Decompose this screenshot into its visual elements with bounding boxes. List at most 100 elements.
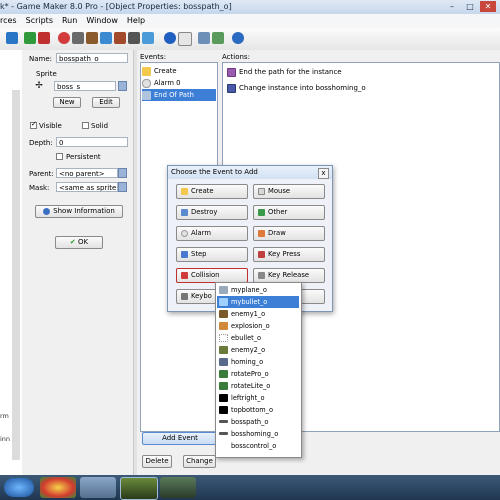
parent-field[interactable]: <no parent> (56, 168, 118, 178)
settings-icon[interactable] (198, 32, 210, 44)
game-taskbar-icon[interactable] (160, 477, 196, 498)
scrollbar[interactable] (12, 90, 20, 460)
menu-item-bosshoming[interactable]: bosshoming_o (217, 428, 299, 440)
mask-field[interactable]: <same as sprite> (56, 182, 118, 192)
run-icon[interactable] (24, 32, 36, 44)
app-taskbar-icon[interactable] (80, 477, 116, 498)
persistent-label: Persistent (66, 153, 101, 161)
chrome-taskbar-icon[interactable] (40, 477, 76, 498)
ok-button[interactable]: ✔ OK (55, 236, 103, 249)
sprite-field[interactable]: boss_s (54, 81, 116, 91)
edit-sprite-button[interactable]: Edit (92, 97, 120, 108)
action-change-instance[interactable]: Change instance into bosshoming_o (227, 82, 366, 94)
script-icon[interactable] (114, 32, 126, 44)
dialog-title: Choose the Event to Add (168, 166, 332, 179)
action-end-path[interactable]: End the path for the instance (227, 66, 342, 78)
menu-item-mybullet[interactable]: mybullet_o (217, 296, 299, 308)
change-instance-icon (227, 83, 236, 93)
persistent-checkbox[interactable] (56, 153, 63, 160)
name-field[interactable]: bosspath_o (56, 53, 128, 63)
alarm-event-button[interactable]: Alarm (176, 226, 248, 241)
menu-item-myplane[interactable]: myplane_o (217, 284, 299, 296)
menu-item-explosion[interactable]: explosion_o (217, 320, 299, 332)
maximize-button[interactable]: □ (462, 1, 478, 12)
collision-object-menu[interactable]: myplane_o mybullet_o enemy1_o explosion_… (215, 282, 302, 458)
delete-event-button[interactable]: Delete (142, 455, 172, 468)
lightbulb-icon (181, 187, 188, 195)
menu-run[interactable]: Run (62, 16, 77, 25)
solid-checkbox[interactable] (82, 122, 89, 129)
menu-item-enemy1[interactable]: enemy1_o (217, 308, 299, 320)
draw-event-button[interactable]: Draw (253, 226, 325, 241)
enemy2-icon (219, 346, 228, 354)
step-event-button[interactable]: Step (176, 247, 248, 262)
tree-text-upper: rm (0, 412, 9, 420)
name-label: Name: (29, 55, 53, 63)
key-press-event-button[interactable]: Key Press (253, 247, 325, 262)
visible-label: Visible (39, 122, 62, 130)
visible-checkbox[interactable]: ✓ (30, 120, 37, 129)
rotatelite-icon (219, 382, 228, 390)
font-icon[interactable] (128, 32, 140, 44)
plane-icon (219, 286, 228, 294)
mask-menu-icon[interactable] (118, 182, 127, 192)
menu-item-bosspath[interactable]: bosspath_o (217, 416, 299, 428)
menu-item-rotatepro[interactable]: rotatePro_o (217, 368, 299, 380)
background-icon[interactable] (86, 32, 98, 44)
splitter[interactable] (133, 50, 137, 475)
room-icon[interactable] (178, 32, 192, 46)
object-icon[interactable] (164, 32, 176, 44)
other-event-button[interactable]: Other (253, 205, 325, 220)
mouse-event-button[interactable]: Mouse (253, 184, 325, 199)
start-button[interactable] (4, 478, 34, 497)
new-sprite-button[interactable]: New (53, 97, 81, 108)
game-maker-taskbar-icon[interactable] (120, 477, 158, 500)
collision-event-button[interactable]: Collision (176, 268, 248, 283)
extensions-icon[interactable] (212, 32, 224, 44)
resource-tree[interactable]: rm inn (0, 50, 23, 475)
sprite-preview-icon: ✢ (35, 81, 43, 91)
sprite-menu-icon[interactable] (118, 81, 127, 91)
parent-menu-icon[interactable] (118, 168, 127, 178)
close-button[interactable]: ✕ (480, 1, 496, 12)
menu-help[interactable]: Help (127, 16, 145, 25)
arrow-icon[interactable] (6, 32, 18, 44)
menu-item-leftright[interactable]: leftright_o (217, 392, 299, 404)
sprite-label: Sprite (36, 70, 57, 78)
path-icon[interactable] (100, 32, 112, 44)
destroy-event-button[interactable]: Destroy (176, 205, 248, 220)
tree-text-lower: inn (0, 435, 11, 443)
menu-resources[interactable]: rces (0, 16, 17, 25)
menu-item-enemy2[interactable]: enemy2_o (217, 344, 299, 356)
event-alarm[interactable]: Alarm 0 (142, 77, 216, 89)
menu-item-ebullet[interactable]: ebullet_o (217, 332, 299, 344)
sound-icon[interactable] (72, 32, 84, 44)
lightbulb-icon (142, 66, 151, 76)
explosion-icon (219, 322, 228, 330)
event-end-of-path[interactable]: End Of Path (142, 89, 216, 101)
minimize-button[interactable]: – (444, 1, 460, 12)
add-event-button[interactable]: Add Event (142, 432, 218, 445)
menu-scripts[interactable]: Scripts (26, 16, 53, 25)
window-title: k* - Game Maker 8.0 Pro - [Object Proper… (0, 2, 232, 11)
create-event-button[interactable]: Create (176, 184, 248, 199)
help-icon[interactable] (232, 32, 244, 44)
event-create[interactable]: Create (142, 65, 216, 77)
change-event-button[interactable]: Change (183, 455, 216, 468)
menu-item-homing[interactable]: homing_o (217, 356, 299, 368)
timeline-icon[interactable] (142, 32, 154, 44)
solid-label: Solid (91, 122, 109, 130)
depth-field[interactable]: 0 (56, 137, 128, 147)
debug-icon[interactable] (38, 32, 50, 44)
key-release-event-button[interactable]: Key Release (253, 268, 325, 283)
menu-item-bosscontrol[interactable]: bosscontrol_o (217, 440, 299, 452)
show-information-button[interactable]: Show Information (35, 205, 123, 218)
title-bar: k* - Game Maker 8.0 Pro - [Object Proper… (0, 0, 500, 14)
clock-icon (181, 229, 188, 237)
menu-window[interactable]: Window (86, 16, 118, 25)
dialog-close-button[interactable]: x (318, 168, 329, 179)
menu-item-rotatelite[interactable]: rotateLite_o (217, 380, 299, 392)
sprite-icon[interactable] (58, 32, 70, 44)
ok-label: OK (78, 238, 89, 246)
menu-item-topbottom[interactable]: topbottom_o (217, 404, 299, 416)
